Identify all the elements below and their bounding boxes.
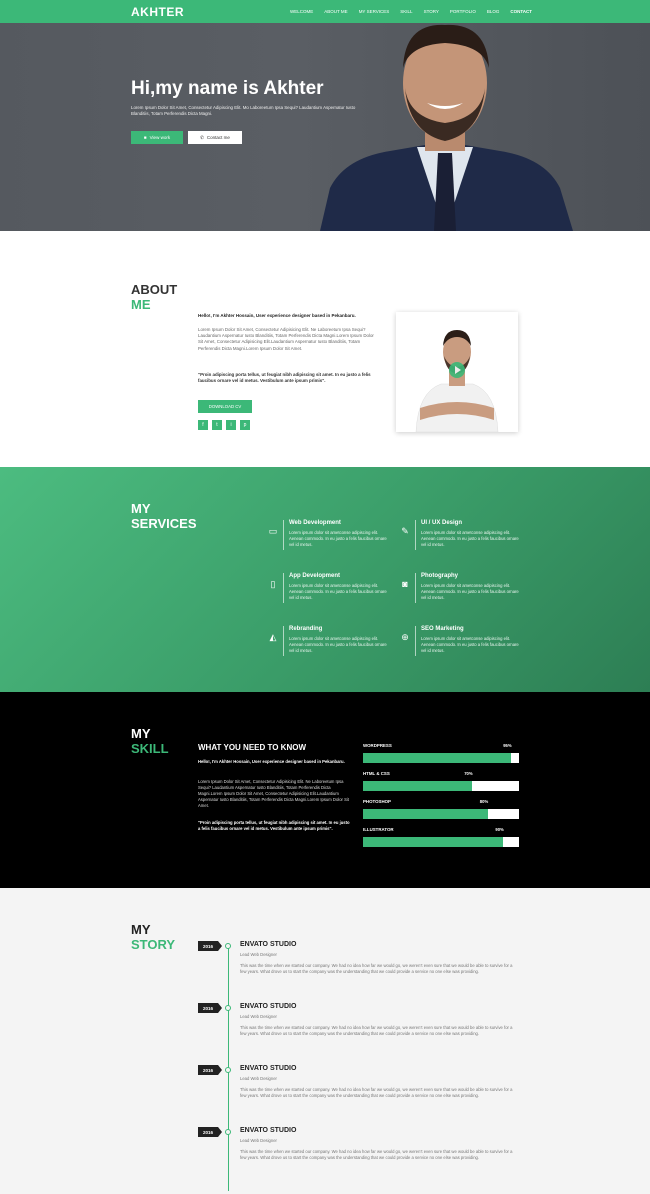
story-item-title: ENVATO STUDIO bbox=[240, 1127, 297, 1134]
service-title: App Development bbox=[289, 573, 341, 579]
service-title: Photography bbox=[421, 573, 458, 579]
hero-portrait-image bbox=[320, 24, 573, 231]
skill-bar-name: ILLUSTRATOR bbox=[363, 827, 394, 832]
nav-item-skill[interactable]: SKILL bbox=[400, 9, 412, 14]
nav-item-blog[interactable]: BLOG bbox=[487, 9, 500, 14]
about-video-card[interactable] bbox=[396, 312, 518, 432]
phone-icon: ✆ bbox=[200, 134, 204, 140]
timeline-dot bbox=[225, 1067, 231, 1073]
globe-icon: ⊕ bbox=[401, 632, 409, 642]
skill-bar-name: PHOTOSHOP bbox=[363, 799, 391, 804]
nav-item-welcome[interactable]: WELCOME bbox=[290, 9, 313, 14]
nav-item-portfolio[interactable]: PORTFOLIO bbox=[450, 9, 476, 14]
story-item-title: ENVATO STUDIO bbox=[240, 1003, 297, 1010]
timeline-dot bbox=[225, 1129, 231, 1135]
skill-bar-track bbox=[363, 809, 519, 819]
contact-me-label: Contact me bbox=[206, 135, 230, 140]
service-title: Rebranding bbox=[289, 626, 323, 632]
service-description: Lorem ipsum dolor sit ametconse adipisci… bbox=[421, 530, 519, 547]
nav-item-story[interactable]: STORY bbox=[424, 9, 439, 14]
skill-bar-fill bbox=[363, 809, 488, 819]
story-item-description: This was the time when we started our co… bbox=[240, 1149, 513, 1161]
about-section: ABOUT ME Hello!, I'm Akhter Hossain, Use… bbox=[0, 231, 650, 467]
service-title: Web Development bbox=[289, 520, 341, 526]
story-item-title: ENVATO STUDIO bbox=[240, 1065, 297, 1072]
skill-bar-fill bbox=[363, 837, 504, 847]
pencil-icon: ✎ bbox=[401, 526, 409, 536]
skill-heading: WHAT YOU NEED TO KNOW bbox=[198, 743, 306, 752]
social-links: f t i p bbox=[198, 420, 250, 430]
skill-quote: "Proin adipiscing porta tellus, ut feugi… bbox=[198, 820, 350, 831]
skill-bar-track bbox=[363, 753, 519, 763]
story-item-description: This was the time when we started our co… bbox=[240, 963, 513, 975]
service-description: Lorem ipsum dolor sit ametconse adipisci… bbox=[289, 583, 387, 600]
skill-bar-name: HTML & CSS bbox=[363, 771, 390, 776]
story-title: MY STORY bbox=[131, 922, 176, 952]
contact-me-button[interactable]: ✆ Contact me bbox=[188, 131, 242, 144]
story-year-badge: 2016 bbox=[198, 1003, 222, 1013]
skill-bar-percent: 95% bbox=[503, 743, 512, 748]
skill-title: MY SKILL bbox=[131, 726, 169, 756]
skill-bar-percent: 70% bbox=[464, 771, 473, 776]
site-logo[interactable]: AKHTER bbox=[131, 5, 184, 19]
skill-bar-track bbox=[363, 781, 519, 791]
view-work-button[interactable]: ■ View work bbox=[131, 131, 183, 144]
about-paragraph: Lorem Ipsum Dolor Sit Amet, Consectetur … bbox=[198, 327, 374, 351]
story-item-description: This was the time when we started our co… bbox=[240, 1025, 513, 1037]
story-year-badge: 2016 bbox=[198, 941, 222, 951]
story-item-title: ENVATO STUDIO bbox=[240, 941, 297, 948]
mobile-icon: ▯ bbox=[270, 579, 276, 589]
story-item-role: Lead Web Designer bbox=[240, 1138, 277, 1143]
service-title: UI / UX Design bbox=[421, 520, 463, 526]
service-title: SEO Marketing bbox=[421, 626, 464, 632]
pinterest-icon[interactable]: p bbox=[240, 420, 250, 430]
facebook-icon[interactable]: f bbox=[198, 420, 208, 430]
timeline-dot bbox=[225, 943, 231, 949]
story-item-role: Lead Web Designer bbox=[240, 1014, 277, 1019]
skill-intro: Hello!, I'm Akhter Hossain, User experie… bbox=[198, 759, 345, 764]
service-description: Lorem ipsum dolor sit ametconse adipisci… bbox=[421, 583, 519, 600]
view-work-label: View work bbox=[149, 135, 171, 140]
twitter-icon[interactable]: t bbox=[212, 420, 222, 430]
about-quote: "Proin adipiscing porta tellus, ut feugi… bbox=[198, 372, 371, 384]
skill-bar-name: WORDPRESS bbox=[363, 743, 392, 748]
laptop-icon: ▭ bbox=[268, 526, 278, 536]
instagram-icon[interactable]: i bbox=[226, 420, 236, 430]
paper-plane-icon: ◭ bbox=[269, 632, 277, 642]
story-item-role: Lead Web Designer bbox=[240, 952, 277, 957]
hero-title: Hi,my name is Akhter bbox=[131, 78, 324, 99]
story-section: MY STORY 2016 ENVATO STUDIO Lead Web Des… bbox=[0, 888, 650, 1194]
nav-item-about[interactable]: ABOUT ME bbox=[324, 9, 347, 14]
about-heading: Hello!, I'm Akhter Hossain, User experie… bbox=[198, 313, 356, 318]
service-description: Lorem ipsum dolor sit ametconse adipisci… bbox=[289, 636, 387, 653]
story-year-badge: 2016 bbox=[198, 1065, 222, 1075]
top-navbar: AKHTER WELCOME ABOUT ME MY SERVICES SKIL… bbox=[0, 0, 650, 23]
service-description: Lorem ipsum dolor sit ametconse adipisci… bbox=[421, 636, 519, 653]
briefcase-icon: ■ bbox=[143, 135, 147, 140]
download-cv-button[interactable]: DOWNLOAD CV bbox=[198, 400, 252, 413]
about-title: ABOUT ME bbox=[131, 282, 178, 312]
skill-section: MY SKILL WHAT YOU NEED TO KNOW Hello!, I… bbox=[0, 692, 650, 888]
story-year-badge: 2016 bbox=[198, 1127, 222, 1137]
story-item-description: This was the time when we started our co… bbox=[240, 1087, 513, 1099]
hero-description: Lorem Ipsum Dolor Sit Amet, Consectetur … bbox=[131, 105, 356, 116]
skill-bar-percent: 80% bbox=[479, 799, 489, 804]
services-section: MY SERVICES ▭ Web Development Lorem ipsu… bbox=[0, 467, 650, 692]
service-description: Lorem ipsum dolor sit ametconse adipisci… bbox=[289, 530, 387, 547]
timeline-dot bbox=[225, 1005, 231, 1011]
skill-paragraph: Lorem Ipsum Dolor Sit Amet, Consectetur … bbox=[198, 779, 349, 808]
hero-section: Hi,my name is Akhter Lorem Ipsum Dolor S… bbox=[0, 23, 650, 231]
skill-bar-percent: 90% bbox=[495, 827, 504, 832]
skill-bar-fill bbox=[363, 753, 512, 763]
skill-bar-fill bbox=[363, 781, 473, 791]
main-menu: WELCOME ABOUT ME MY SERVICES SKILL STORY… bbox=[290, 9, 543, 14]
nav-item-contact[interactable]: CONTACT bbox=[510, 9, 532, 14]
camera-icon: ◙ bbox=[402, 579, 408, 589]
nav-item-services[interactable]: MY SERVICES bbox=[359, 9, 390, 14]
services-title: MY SERVICES bbox=[131, 501, 197, 531]
play-video-icon[interactable] bbox=[449, 362, 465, 378]
story-item-role: Lead Web Designer bbox=[240, 1076, 277, 1081]
skill-bar-track bbox=[363, 837, 519, 847]
